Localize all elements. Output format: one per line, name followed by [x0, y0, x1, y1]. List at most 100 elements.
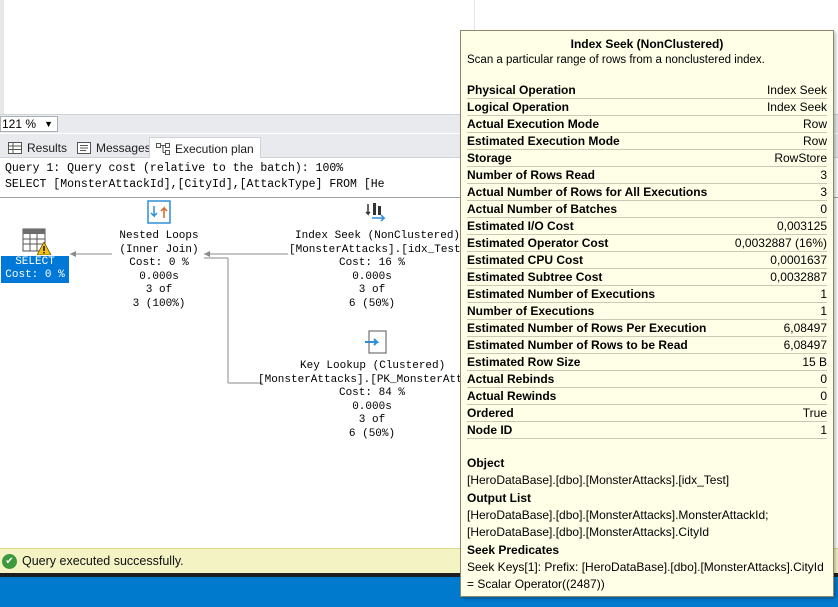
property-name: Estimated Subtree Cost — [467, 270, 603, 284]
tab-execution-plan-label: Execution plan — [175, 141, 254, 156]
property-value: Row — [802, 134, 827, 148]
property-name: Estimated CPU Cost — [467, 253, 584, 267]
tooltip-property-row: Ordered True — [467, 405, 827, 422]
tooltip-property-row: Estimated Number of Executions 1 — [467, 286, 827, 303]
zoom-value: 121 % — [2, 117, 37, 131]
property-value: Index Seek — [766, 100, 827, 114]
property-name: Actual Rewinds — [467, 389, 557, 403]
property-value: 0 — [820, 202, 827, 216]
tooltip-property-row: Estimated I/O Cost 0,003125 — [467, 218, 827, 235]
property-name: Physical Operation — [467, 83, 576, 97]
nested-loops-percent: 3 (100%) — [132, 297, 186, 310]
property-value: 1 — [820, 423, 827, 437]
key-lookup-cost: Cost: 84 % — [338, 387, 405, 399]
property-name: Node ID — [467, 423, 513, 437]
tooltip-object-value: [HeroDataBase].[dbo].[MonsterAttacks].[i… — [467, 473, 730, 487]
tooltip-seek-label: Seek Predicates — [467, 543, 560, 557]
tooltip-title: Index Seek (NonClustered) — [570, 37, 724, 51]
tab-results[interactable]: Results — [2, 137, 73, 158]
property-name: Actual Execution Mode — [467, 117, 600, 131]
tab-messages[interactable]: Messages — [71, 137, 157, 158]
property-value: 0,0032887 — [770, 270, 827, 284]
nested-loops-icon — [147, 200, 171, 224]
property-value: RowStore — [774, 151, 827, 165]
property-name: Actual Rebinds — [467, 372, 555, 386]
property-value: 6,08497 — [783, 321, 827, 335]
property-value: True — [802, 406, 827, 420]
property-name: Actual Number of Rows for All Executions — [467, 185, 708, 199]
operator-tooltip: Index Seek (NonClustered) Scan a particu… — [460, 30, 834, 597]
select-node-label: SELECT — [15, 256, 55, 268]
nested-loops-cost: Cost: 0 % — [129, 257, 189, 269]
tooltip-output-label: Output List — [467, 491, 531, 505]
key-lookup-rows: 3 of — [358, 414, 386, 426]
key-lookup-object: [MonsterAttacks].[PK_MonsterAtt — [258, 373, 463, 386]
property-value: 0 — [820, 389, 827, 403]
key-lookup-time: 0.000s — [352, 400, 392, 413]
execution-plan-icon — [156, 142, 170, 155]
property-value: 1 — [820, 304, 827, 318]
property-value: Row — [802, 117, 827, 131]
property-value: Index Seek — [766, 83, 827, 97]
tooltip-description: Scan a particular range of rows from a n… — [467, 54, 765, 66]
property-value: 3 — [820, 168, 827, 182]
nested-loops-subtitle: (Inner Join) — [119, 243, 199, 256]
index-seek-cost: Cost: 16 % — [338, 257, 405, 269]
tooltip-property-row: Actual Rewinds 0 — [467, 388, 827, 405]
key-lookup-icon — [365, 330, 387, 354]
index-seek-time: 0.000s — [352, 270, 392, 283]
tooltip-property-row: Estimated Number of Rows Per Execution 6,… — [467, 320, 827, 337]
tooltip-property-row: Actual Number of Batches 0 — [467, 201, 827, 218]
status-text: Query executed successfully. — [22, 554, 184, 568]
property-name: Estimated Operator Cost — [467, 236, 609, 250]
grid-icon — [8, 141, 22, 154]
nested-loops-time: 0.000s — [139, 270, 179, 283]
index-seek-percent: 6 (50%) — [348, 297, 396, 310]
tooltip-property-row: Estimated Execution Mode Row — [467, 133, 827, 150]
editor-gutter — [0, 0, 4, 116]
tooltip-property-row: Estimated Row Size 15 B — [467, 354, 827, 371]
tooltip-property-row: Number of Rows Read 3 — [467, 167, 827, 184]
tooltip-property-row: Actual Rebinds 0 — [467, 371, 827, 388]
chevron-down-icon: ▼ — [44, 119, 53, 129]
property-name: Estimated Number of Rows to be Read — [467, 338, 688, 352]
property-value: 0,003125 — [776, 219, 827, 233]
tooltip-property-row: Physical Operation Index Seek — [467, 82, 827, 99]
property-name: Ordered — [467, 406, 514, 420]
tab-results-label: Results — [27, 140, 68, 155]
property-name: Estimated Execution Mode — [467, 134, 620, 148]
tooltip-property-row: Logical Operation Index Seek — [467, 99, 827, 116]
tooltip-property-row: Estimated Operator Cost 0,0032887 (16%) — [467, 235, 827, 252]
tooltip-object-label: Object — [467, 456, 505, 470]
property-name: Storage — [467, 151, 512, 165]
property-name: Number of Executions — [467, 304, 595, 318]
property-name: Estimated Row Size — [467, 355, 581, 369]
tooltip-property-row: Node ID 1 — [467, 422, 827, 439]
tooltip-output-line-2: [HeroDataBase].[dbo].[MonsterAttacks].Ci… — [467, 525, 710, 539]
tooltip-property-row: Actual Number of Rows for All Executions… — [467, 184, 827, 201]
key-lookup-title: Key Lookup (Clustered) — [300, 360, 446, 372]
property-value: 15 B — [802, 355, 827, 369]
tooltip-seek-line-2: = Scalar Operator((2487)) — [467, 577, 605, 591]
property-name: Logical Operation — [467, 100, 570, 114]
index-seek-title: Index Seek (NonClustered) — [295, 230, 461, 242]
select-node[interactable]: SELECT Cost: 0 % — [1, 256, 69, 283]
property-value: 6,08497 — [783, 338, 827, 352]
tooltip-property-row: Storage RowStore — [467, 150, 827, 167]
key-lookup-percent: 6 (50%) — [348, 427, 396, 440]
select-node-cost: Cost: 0 % — [5, 269, 65, 281]
zoom-select[interactable]: 121 % ▼ — [0, 116, 58, 132]
tab-execution-plan[interactable]: Execution plan — [149, 137, 261, 159]
check-icon: ✔ — [2, 553, 17, 569]
property-value: 3 — [820, 185, 827, 199]
nested-loops-title: Nested Loops — [119, 230, 199, 242]
property-name: Estimated Number of Rows Per Execution — [467, 321, 707, 335]
tooltip-property-row: Actual Execution Mode Row — [467, 116, 827, 133]
index-seek-icon — [365, 203, 386, 222]
tooltip-properties: Physical Operation Index Seek Logical Oper… — [467, 82, 827, 439]
tab-messages-label: Messages — [96, 140, 151, 155]
tooltip-property-row: Estimated Number of Rows to be Read 6,084… — [467, 337, 827, 354]
index-seek-object: [MonsterAttacks].[idx_Test — [289, 243, 461, 256]
nested-loops-rows: 3 of — [145, 284, 173, 296]
property-value: 0 — [820, 372, 827, 386]
